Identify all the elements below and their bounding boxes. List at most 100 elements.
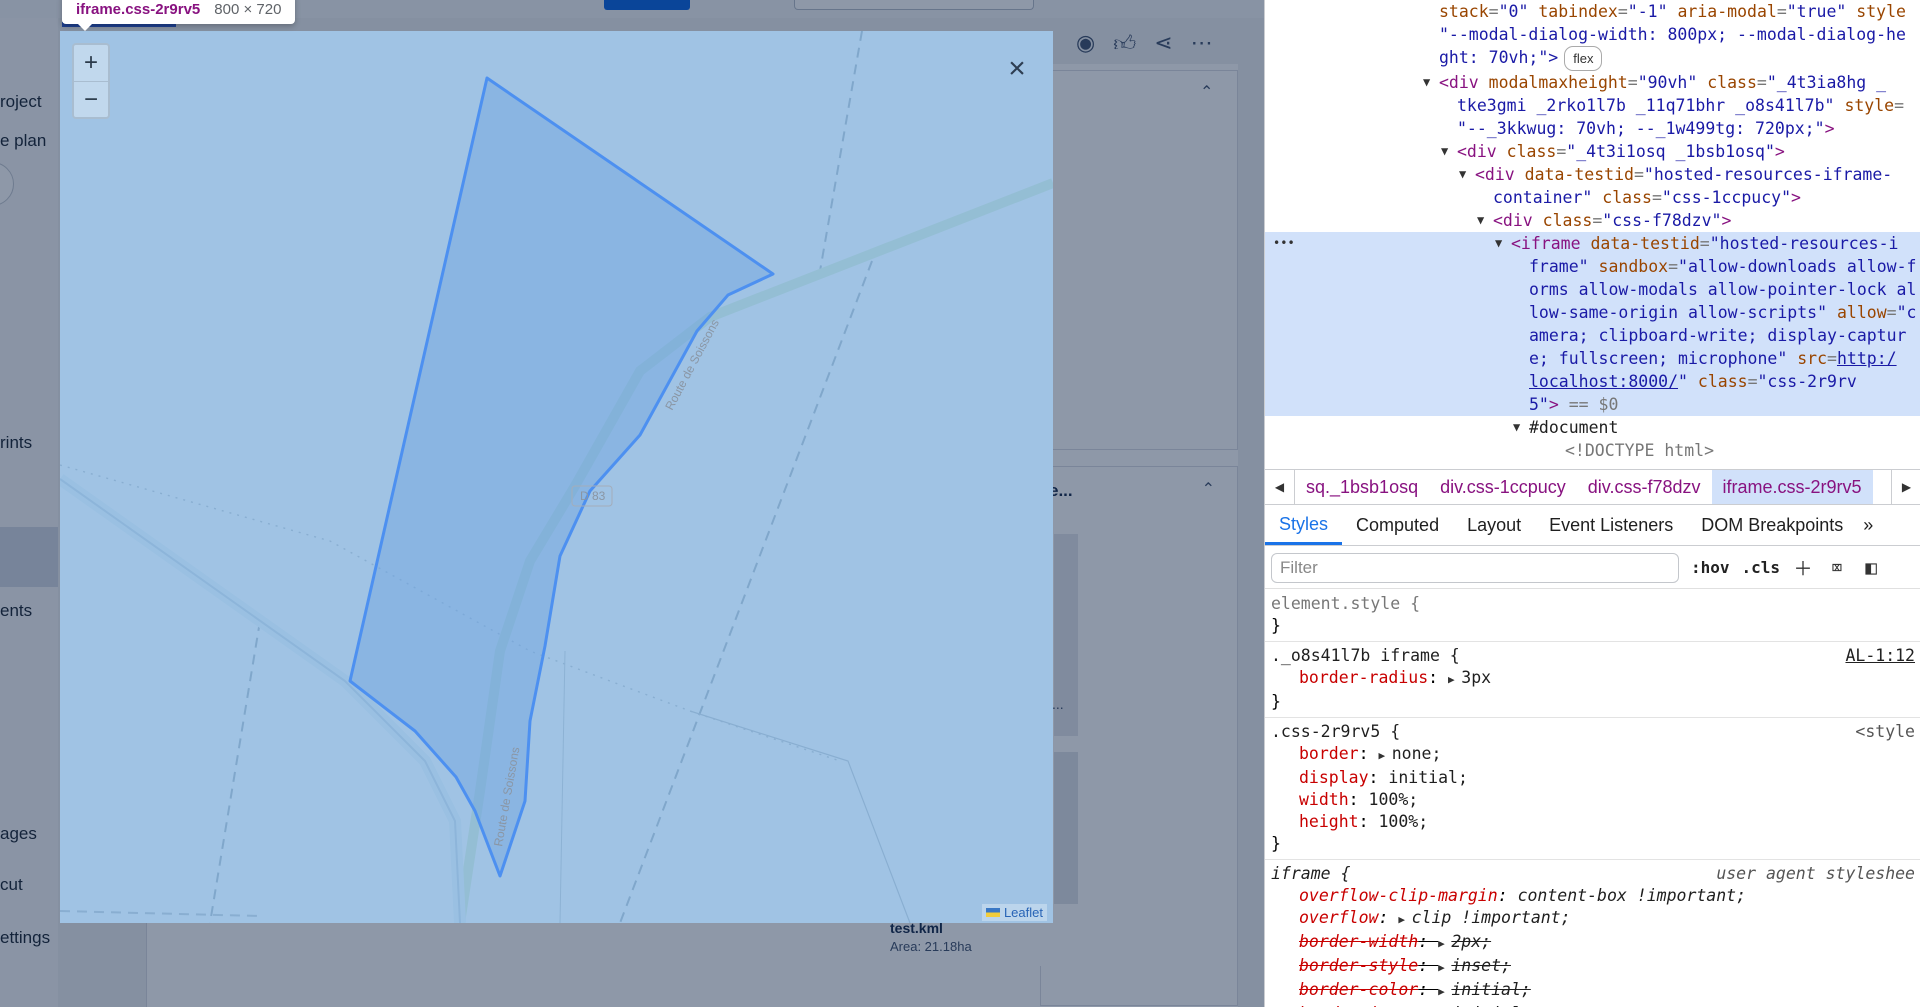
expand-shorthand-icon[interactable]: ▶ <box>1438 961 1451 974</box>
expand-shorthand-icon[interactable]: ▶ <box>1378 749 1391 762</box>
breadcrumb-scroll-left-icon[interactable]: ◀ <box>1265 470 1295 504</box>
zoom-out-button[interactable]: − <box>74 81 108 117</box>
rule-selector[interactable]: element.style { <box>1271 593 1915 615</box>
expand-shorthand-icon[interactable]: ▶ <box>1438 985 1451 998</box>
breadcrumb-item-selected[interactable]: iframe.css-2r9rv5 <box>1711 470 1873 504</box>
dom-token: orms allow-modals allow-pointer-lock al <box>1529 280 1917 299</box>
new-rule-icon[interactable]: ＋ <box>1792 557 1814 580</box>
dom-tree-line[interactable]: ▼ #document <box>1265 416 1920 439</box>
css-declaration[interactable]: border-width: ▶ 2px; <box>1271 931 1915 955</box>
dom-tree-line[interactable]: tke3gmi _2rko1l7b _11q71bhr _o8s41l7b" s… <box>1265 94 1920 117</box>
leaflet-link[interactable]: Leaflet <box>1004 905 1043 920</box>
css-property-value[interactable]: content-box !important; <box>1518 886 1746 905</box>
css-declaration[interactable]: width: 100%; <box>1271 789 1915 811</box>
expand-triangle-icon[interactable]: ▼ <box>1477 209 1484 232</box>
dom-tree-line[interactable]: stack="0" tabindex="-1" aria-modal="true… <box>1265 0 1920 23</box>
map-iframe[interactable]: Route de Soissons Route de Soissons D 83… <box>60 31 1053 923</box>
css-property-name[interactable]: overflow-clip-margin <box>1299 886 1498 905</box>
tab-styles[interactable]: Styles <box>1265 506 1343 545</box>
dom-tree-line[interactable]: orms allow-modals allow-pointer-lock al <box>1265 278 1920 301</box>
dom-tree-line[interactable]: ▼ <div class="css-f78dzv"> <box>1265 209 1920 232</box>
dom-tree-line[interactable]: ▼ <div class="_4t3i1osq _1bsb1osq"> <box>1265 140 1920 163</box>
expand-shorthand-icon[interactable]: ▶ <box>1448 673 1461 686</box>
css-property-value[interactable]: 3px <box>1461 668 1491 687</box>
css-property-name[interactable]: border-color <box>1299 980 1418 999</box>
dom-tree-line[interactable]: frame" sandbox="allow-downloads allow-f <box>1265 255 1920 278</box>
dom-tree-line[interactable]: amera; clipboard-write; display-captur <box>1265 324 1920 347</box>
dom-token[interactable]: http:/ <box>1837 349 1897 368</box>
dom-tree-line[interactable]: container" class="css-1ccpucy"> <box>1265 186 1920 209</box>
css-declaration[interactable]: border: ▶ none; <box>1271 743 1915 767</box>
css-property-value[interactable]: clip !important; <box>1412 908 1571 927</box>
dom-tree-line[interactable]: "--_3kkwug: 70vh; --_1w499tg: 720px;"> <box>1265 117 1920 140</box>
dom-tree-line[interactable]: "--modal-dialog-width: 800px; --modal-di… <box>1265 23 1920 46</box>
breadcrumb-item[interactable]: sq._1bsb1osq <box>1295 470 1429 504</box>
css-property-name[interactable]: border-radius <box>1299 668 1428 687</box>
tab-dom-breakpoints[interactable]: DOM Breakpoints <box>1687 506 1857 545</box>
css-property-name[interactable]: height <box>1299 812 1359 831</box>
close-button[interactable]: × <box>997 49 1037 89</box>
styles-filter-input[interactable] <box>1271 552 1679 583</box>
dom-tree-line[interactable]: ght: 70vh;"> flex <box>1265 46 1920 71</box>
expand-triangle-icon[interactable]: ▼ <box>1495 232 1502 255</box>
dom-tree-line[interactable]: <!DOCTYPE html> <box>1265 439 1920 462</box>
css-property-name[interactable]: width <box>1299 790 1349 809</box>
tab-computed[interactable]: Computed <box>1342 506 1453 545</box>
dom-tree-line[interactable]: ▼ <div data-testid="hosted-resources-ifra… <box>1265 163 1920 186</box>
css-property-value[interactable]: none; <box>1392 744 1442 763</box>
css-declaration[interactable]: display: initial; <box>1271 767 1915 789</box>
css-property-value[interactable]: 100%; <box>1378 812 1428 831</box>
paint-brush-icon[interactable]: ⌧ <box>1826 557 1848 579</box>
css-property-name[interactable]: border-width <box>1299 932 1418 951</box>
expand-triangle-icon[interactable]: ▼ <box>1459 163 1466 186</box>
expand-shorthand-icon[interactable]: ▶ <box>1438 937 1451 950</box>
breadcrumb-item[interactable]: div.css-1ccpucy <box>1429 470 1577 504</box>
cls-toggle[interactable]: .cls <box>1742 558 1781 577</box>
zoom-in-button[interactable]: + <box>74 45 108 81</box>
dom-tree-line[interactable]: 5"> == $0 <box>1265 393 1920 416</box>
expand-triangle-icon[interactable]: ▼ <box>1513 416 1520 439</box>
node-menu-icon[interactable]: ••• <box>1273 232 1295 255</box>
dom-token <box>1827 303 1837 322</box>
css-colon: : <box>1358 744 1379 763</box>
dom-tree-line[interactable]: ▼ <div modalmaxheight="90vh" class="_4t3i… <box>1265 71 1920 94</box>
tab-event-listeners[interactable]: Event Listeners <box>1535 506 1687 545</box>
css-property-value[interactable]: inset; <box>1451 956 1511 975</box>
css-property-value[interactable]: initial; <box>1451 980 1530 999</box>
css-property-value[interactable]: 2px; <box>1451 932 1491 951</box>
css-property-value[interactable]: initial; <box>1388 768 1467 787</box>
dom-tree-line[interactable]: e; fullscreen; microphone" src=http:/ <box>1265 347 1920 370</box>
dom-tree-line[interactable]: localhost:8000/" class="css-2r9rv <box>1265 370 1920 393</box>
css-declaration[interactable]: border-color: ▶ initial; <box>1271 979 1915 1003</box>
expand-triangle-icon[interactable]: ▼ <box>1423 71 1430 94</box>
css-property-name[interactable]: overflow <box>1299 908 1378 927</box>
hov-toggle[interactable]: :hov <box>1691 558 1730 577</box>
breadcrumb-scroll-right-icon[interactable]: ▶ <box>1891 470 1920 504</box>
css-declaration[interactable]: overflow-clip-margin: content-box !impor… <box>1271 885 1915 907</box>
css-property-name[interactable]: display <box>1299 768 1369 787</box>
css-declaration[interactable]: overflow: ▶ clip !important; <box>1271 907 1915 931</box>
css-property-name[interactable]: border-style <box>1299 956 1418 975</box>
expand-triangle-icon[interactable]: ▼ <box>1441 140 1448 163</box>
rule-selector[interactable]: ._o8s41l7b iframe { <box>1271 645 1915 667</box>
css-declaration[interactable]: border-style: ▶ inset; <box>1271 955 1915 979</box>
breadcrumb-item[interactable]: div.css-f78dzv <box>1577 470 1712 504</box>
map-attribution[interactable]: Leaflet <box>981 904 1047 921</box>
css-declaration[interactable]: border-image: ▶ initial; <box>1271 1003 1915 1007</box>
expand-shorthand-icon[interactable]: ▶ <box>1398 913 1411 926</box>
tabs-overflow-icon[interactable]: » <box>1857 506 1879 545</box>
css-declaration[interactable]: height: 100%; <box>1271 811 1915 833</box>
dom-tree-line[interactable]: low-same-origin allow-scripts" allow="c <box>1265 301 1920 324</box>
css-property-value[interactable]: 100%; <box>1369 790 1419 809</box>
dom-tree-line[interactable]: ••• ▼ <iframe data-testid="hosted-resource… <box>1265 232 1920 255</box>
tab-layout[interactable]: Layout <box>1453 506 1535 545</box>
css-property-name[interactable]: border <box>1299 744 1359 763</box>
elements-tree[interactable]: stack="0" tabindex="-1" aria-modal="true… <box>1265 0 1920 468</box>
sidebar-toggle-icon[interactable]: ◧ <box>1860 557 1882 579</box>
parcel-layer[interactable]: Route de Soissons Route de Soissons D 83 <box>60 31 1053 923</box>
css-declaration[interactable]: border-radius: ▶ 3px <box>1271 667 1915 691</box>
rule-selector[interactable]: .css-2r9rv5 { <box>1271 721 1915 743</box>
dom-token[interactable]: localhost:8000/ <box>1529 372 1678 391</box>
flex-badge[interactable]: flex <box>1564 46 1603 71</box>
rule-source-link[interactable]: AL-1:12 <box>1845 645 1915 667</box>
